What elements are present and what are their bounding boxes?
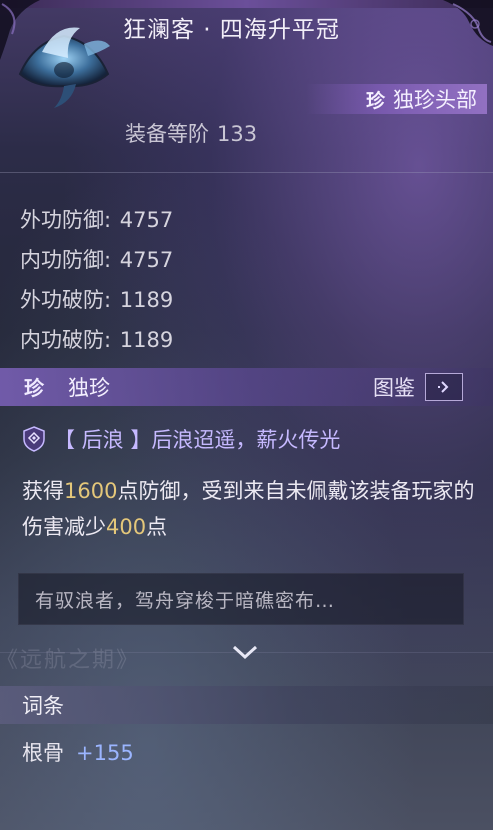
stat-value: 4757: [119, 208, 174, 232]
stat-label: 内功破防:: [20, 328, 112, 352]
divider: [0, 172, 493, 173]
lore-box: 有驭浪者，驾舟穿梭于暗礁密布…: [18, 573, 464, 625]
item-tooltip-card: 狂澜客 · 四海升平冠 珍 独珍头部 装备等阶 133 外功防御: 4757 内功…: [0, 0, 493, 830]
gear-level-label: 装备等阶: [125, 122, 209, 146]
skill-title: 【 后浪 】后浪迢遥，薪火传光: [54, 428, 341, 452]
skill-desc-number: 1600: [64, 479, 118, 503]
stat-list: 外功防御: 4757 内功防御: 4757 外功破防: 1189 内功破防: 1…: [20, 200, 173, 360]
lore-text: 有驭浪者，驾舟穿梭于暗礁密布…: [35, 590, 336, 612]
stat-label: 外功破防:: [20, 288, 112, 312]
attributes-section-label: 词条: [22, 694, 64, 718]
unique-section-label: 独珍: [68, 376, 110, 400]
lore-watermark: 《远航之期》: [0, 648, 141, 673]
skill-description: 获得1600点防御，受到来自未佩戴该装备玩家的伤害减少400点: [22, 473, 484, 545]
stat-value: 1189: [119, 328, 174, 352]
stat-row: 外功破防: 1189: [20, 280, 173, 320]
attributes-section-header: 词条: [0, 686, 493, 724]
skill-title-row: 【 后浪 】后浪迢遥，薪火传光: [22, 424, 340, 454]
skill-desc-text: 获得: [22, 479, 64, 503]
helmet-icon: [18, 27, 110, 108]
catalog-label: 图鉴: [373, 376, 415, 400]
attribute-row: 根骨 +155: [22, 737, 134, 767]
stat-row: 内功破防: 1189: [20, 320, 173, 360]
rarity-tag: 珍 独珍头部: [305, 84, 487, 114]
rarity-label: 独珍头部: [393, 88, 477, 112]
item-name: 狂澜客 · 四海升平冠: [123, 17, 340, 43]
stat-label: 外功防御:: [20, 208, 112, 232]
shield-icon: [23, 426, 45, 452]
corner-ornament-right: [443, 0, 493, 46]
unique-rarity-icon: 珍: [24, 376, 44, 400]
unique-section-header: 珍 独珍 图鉴: [0, 368, 493, 406]
attribute-label: 根骨: [22, 741, 64, 765]
gear-level: 装备等阶 133: [125, 118, 257, 148]
stat-row: 内功防御: 4757: [20, 240, 173, 280]
stat-value: 4757: [119, 248, 174, 272]
stat-value: 1189: [119, 288, 174, 312]
catalog-button[interactable]: 图鉴: [373, 372, 463, 402]
skill-desc-text: 点: [146, 515, 168, 539]
skill-desc-number: 400: [106, 515, 147, 539]
gear-level-value: 133: [217, 122, 258, 146]
stat-row: 外功防御: 4757: [20, 200, 173, 240]
attribute-value: +155: [76, 741, 134, 765]
chevron-down-icon[interactable]: [230, 641, 260, 663]
stat-label: 内功防御:: [20, 248, 112, 272]
arrow-right-icon: [425, 373, 463, 401]
rarity-icon: 珍: [365, 89, 385, 112]
